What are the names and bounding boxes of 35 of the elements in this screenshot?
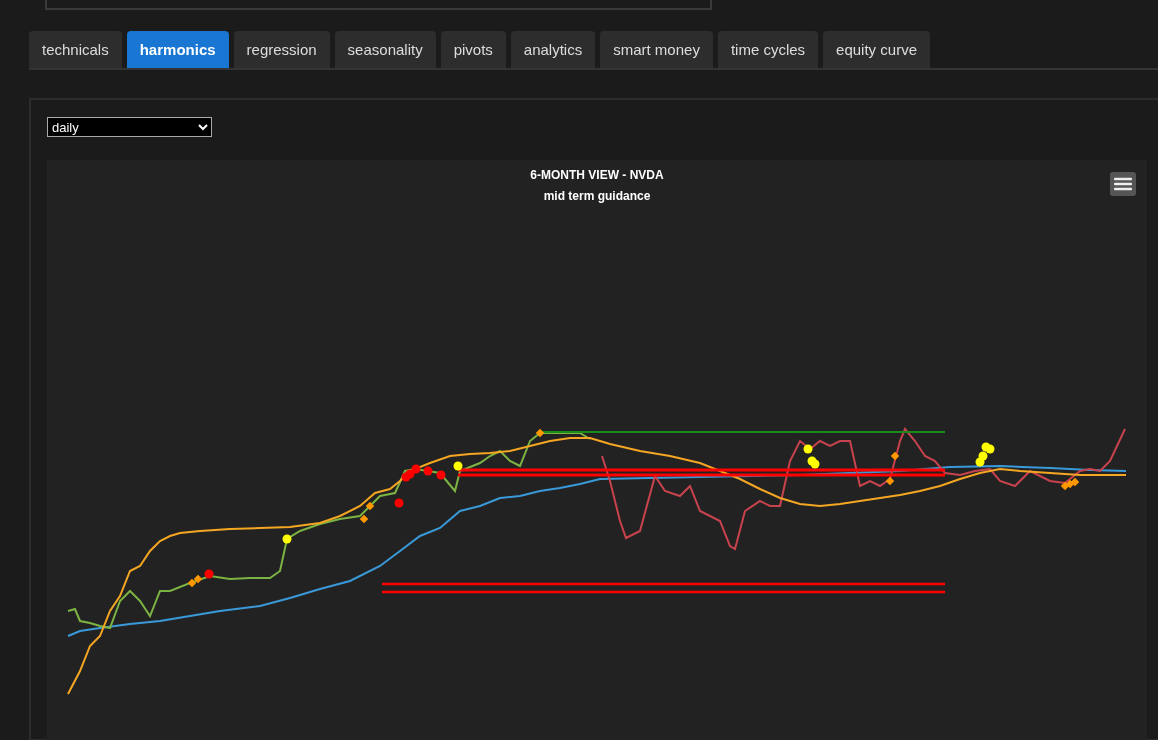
diamond-marker: [1065, 479, 1075, 489]
signal-dot: [282, 534, 292, 544]
signal-dot: [803, 444, 813, 454]
tab[interactable]: pivots: [440, 31, 506, 68]
menu-icon: [1114, 177, 1132, 191]
tab[interactable]: regression: [233, 31, 330, 68]
tab[interactable]: seasonality: [334, 31, 436, 68]
signal-dot: [411, 464, 421, 474]
tab[interactable]: equity curve: [823, 31, 930, 68]
signal-dot: [453, 461, 463, 471]
menu-button[interactable]: [1110, 172, 1136, 196]
timeframe-select[interactable]: daily: [47, 117, 212, 137]
chart-subtitle: mid term guidance: [542, 189, 652, 203]
signal-dot: [985, 444, 995, 454]
tab[interactable]: analytics: [510, 31, 596, 68]
diamond-marker: [885, 476, 895, 486]
tab[interactable]: technicals: [29, 31, 122, 68]
diamond-marker: [890, 451, 900, 461]
diamond-marker: [1070, 477, 1080, 487]
signal-dot: [436, 470, 446, 480]
diamond-marker: [365, 501, 375, 511]
diamond-marker: [187, 578, 197, 588]
signal-dot: [204, 569, 214, 579]
diamond-marker: [535, 428, 545, 438]
tab[interactable]: smart money: [600, 31, 713, 68]
signal-dot: [978, 451, 988, 461]
tab[interactable]: harmonics: [126, 31, 229, 68]
signal-dot: [394, 498, 404, 508]
signal-dot: [423, 466, 433, 476]
diamond-marker: [1060, 481, 1070, 491]
diamond-marker: [359, 514, 369, 524]
text-field[interactable]: [45, 0, 712, 10]
tab[interactable]: time cycles: [717, 31, 819, 68]
diamond-marker: [193, 574, 203, 584]
chart-title: 6-MONTH VIEW - NVDA: [529, 168, 665, 182]
